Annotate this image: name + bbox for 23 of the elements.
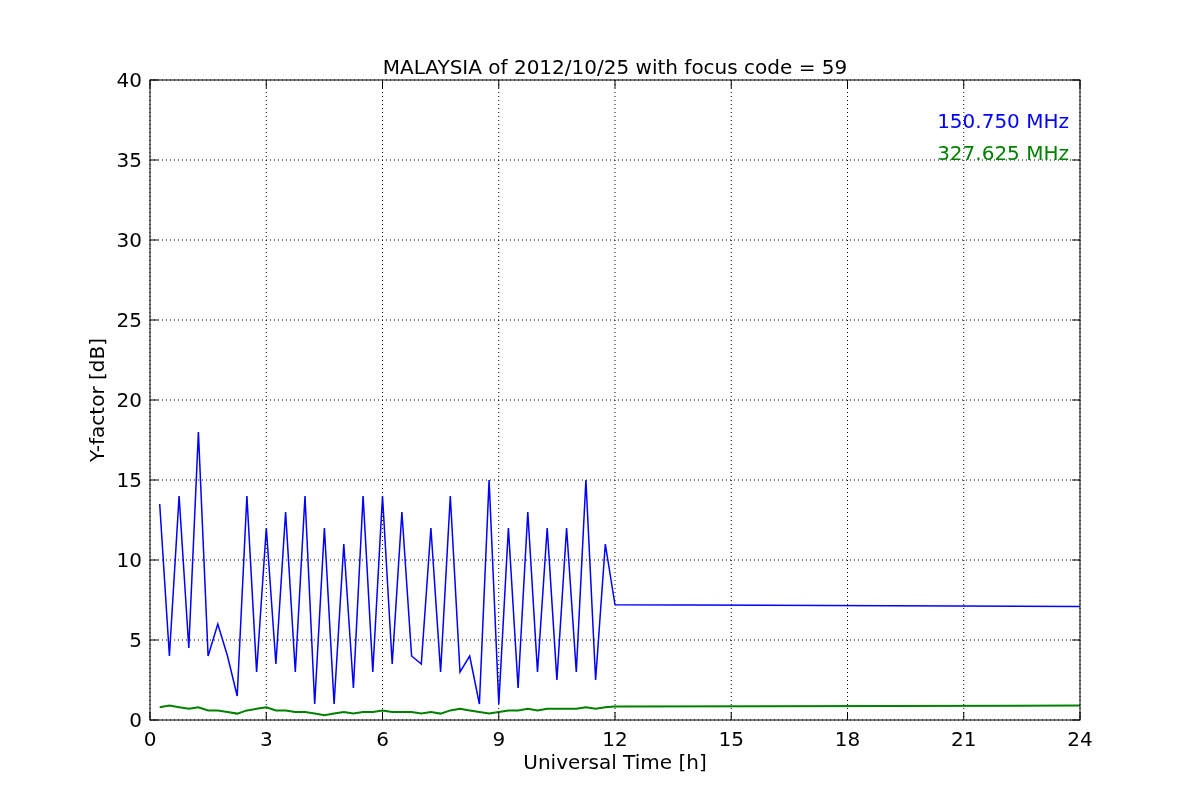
- legend-label: 327.625 MHz: [937, 141, 1069, 165]
- x-tick-label: 12: [602, 727, 628, 751]
- chart-title: MALAYSIA of 2012/10/25 with focus code = 59: [382, 55, 848, 79]
- legend-label: 150.750 MHz: [937, 109, 1069, 133]
- y-tick-label: 15: [116, 468, 142, 492]
- y-tick-label: 20: [116, 388, 142, 412]
- y-tick-label: 10: [116, 548, 142, 572]
- y-tick-label: 0: [129, 708, 142, 732]
- x-tick-label: 18: [834, 727, 861, 751]
- y-tick-label: 30: [116, 228, 142, 252]
- x-tick-label: 21: [951, 727, 977, 751]
- x-tick-label: 0: [143, 727, 157, 751]
- x-tick-label: 3: [259, 727, 273, 751]
- x-tick-label: 9: [492, 727, 506, 751]
- x-axis-label: Universal Time [h]: [523, 750, 707, 774]
- y-tick-label: 25: [116, 308, 142, 332]
- y-tick-label: 5: [129, 628, 142, 652]
- x-tick-label: 15: [718, 727, 744, 751]
- y-axis-label: Y-factor [dB]: [85, 338, 109, 462]
- y-tick-label: 40: [116, 68, 142, 92]
- x-tick-label: 6: [376, 727, 389, 751]
- x-tick-label: 24: [1067, 727, 1093, 751]
- y-tick-label: 35: [116, 148, 142, 172]
